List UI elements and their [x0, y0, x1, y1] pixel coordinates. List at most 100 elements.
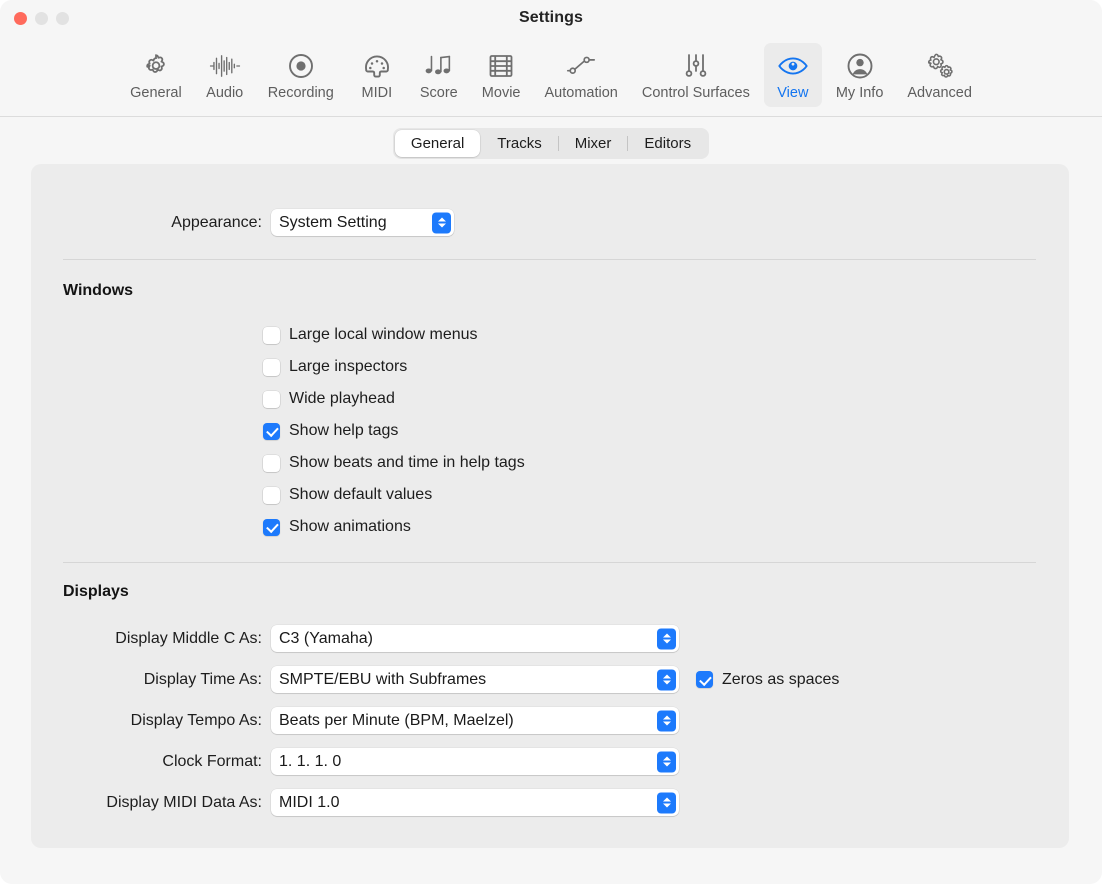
checkbox-box[interactable]: [263, 455, 280, 472]
sliders-icon: [682, 49, 710, 83]
toolbar-item-view[interactable]: View: [764, 43, 822, 107]
checkbox-show-help-tags[interactable]: Show help tags: [263, 422, 398, 440]
appearance-row: Appearance: System Setting: [31, 209, 1069, 236]
toolbar-item-movie[interactable]: Movie: [472, 43, 531, 107]
toolbar-label: Control Surfaces: [642, 84, 750, 102]
checkbox-box[interactable]: [263, 423, 280, 440]
toolbar-item-automation[interactable]: Automation: [534, 43, 627, 107]
tab-tracks[interactable]: Tracks: [481, 130, 557, 157]
chevron-up-down-icon: [657, 710, 676, 731]
checkbox-label: Show help tags: [289, 422, 398, 440]
checkbox-large-inspectors[interactable]: Large inspectors: [263, 358, 407, 376]
checkbox-show-default-values[interactable]: Show default values: [263, 486, 432, 504]
toolbar-label: General: [130, 84, 182, 102]
chevron-up-down-icon: [657, 751, 676, 772]
tab-mixer[interactable]: Mixer: [559, 130, 628, 157]
chevron-up-down-icon: [657, 669, 676, 690]
gear-icon: [141, 49, 171, 83]
display-tempo-select[interactable]: Beats per Minute (BPM, Maelzel): [271, 707, 679, 734]
window-title: Settings: [0, 9, 1102, 27]
checkbox-zeros-as-spaces[interactable]: Zeros as spaces: [696, 671, 839, 689]
windows-section-title: Windows: [63, 282, 133, 300]
display-tempo-label: Display Tempo As:: [31, 712, 262, 730]
eye-icon: [777, 49, 809, 83]
title-bar: Settings: [0, 0, 1102, 38]
music-notes-icon: [423, 49, 455, 83]
toolbar-item-audio[interactable]: Audio: [196, 43, 254, 107]
toolbar-label: Advanced: [907, 84, 972, 102]
checkbox-label: Show beats and time in help tags: [289, 454, 525, 472]
checkbox-large-local-window-menus[interactable]: Large local window menus: [263, 326, 478, 344]
toolbar-label: Automation: [544, 84, 617, 102]
checkbox-label: Show default values: [289, 486, 432, 504]
display-midi-data-select[interactable]: MIDI 1.0: [271, 789, 679, 816]
clock-format-value: 1. 1. 1. 0: [271, 753, 341, 771]
settings-window: Settings General Audio: [0, 0, 1102, 884]
display-midi-data-value: MIDI 1.0: [271, 794, 339, 812]
checkbox-box[interactable]: [263, 327, 280, 344]
appearance-select[interactable]: System Setting: [271, 209, 454, 236]
checkbox-show-beats-and-time-in-help-tags[interactable]: Show beats and time in help tags: [263, 454, 525, 472]
clock-format-select[interactable]: 1. 1. 1. 0: [271, 748, 679, 775]
display-tempo-value: Beats per Minute (BPM, Maelzel): [271, 712, 514, 730]
display-midi-data-row: Display MIDI Data As: MIDI 1.0: [31, 789, 679, 816]
clock-format-label: Clock Format:: [31, 753, 262, 771]
chevron-up-down-icon: [432, 212, 451, 233]
checkbox-box[interactable]: [263, 519, 280, 536]
tab-general[interactable]: General: [395, 130, 480, 157]
checkbox-box[interactable]: [696, 671, 713, 688]
display-time-value: SMPTE/EBU with Subframes: [271, 671, 486, 689]
checkbox-label: Large local window menus: [289, 326, 478, 344]
settings-toolbar: General Audio Recording: [0, 38, 1102, 117]
toolbar-item-general[interactable]: General: [120, 43, 192, 107]
waveform-icon: [208, 49, 242, 83]
tab-bar-container: General Tracks Mixer Editors: [0, 117, 1102, 169]
toolbar-item-score[interactable]: Score: [410, 43, 468, 107]
chevron-up-down-icon: [657, 628, 676, 649]
toolbar-item-midi[interactable]: MIDI: [348, 43, 406, 107]
display-time-label: Display Time As:: [31, 671, 262, 689]
tab-bar: General Tracks Mixer Editors: [393, 128, 709, 159]
toolbar-label: Recording: [268, 84, 334, 102]
tab-editors[interactable]: Editors: [628, 130, 707, 157]
appearance-label: Appearance:: [31, 214, 262, 232]
displays-section-title: Displays: [63, 583, 129, 601]
settings-panel: Appearance: System Setting Windows Large…: [31, 164, 1069, 848]
toolbar-label: Audio: [206, 84, 243, 102]
clock-format-row: Clock Format: 1. 1. 1. 0: [31, 748, 679, 775]
checkbox-box[interactable]: [263, 487, 280, 504]
toolbar-label: Score: [420, 84, 458, 102]
display-time-row: Display Time As: SMPTE/EBU with Subframe…: [31, 666, 839, 693]
midi-connector-icon: [362, 49, 392, 83]
automation-curve-icon: [565, 49, 597, 83]
display-time-select[interactable]: SMPTE/EBU with Subframes: [271, 666, 679, 693]
toolbar-item-recording[interactable]: Recording: [258, 43, 344, 107]
checkbox-label: Zeros as spaces: [722, 671, 839, 689]
checkbox-box[interactable]: [263, 359, 280, 376]
divider-windows: [63, 259, 1036, 260]
toolbar-item-control-surfaces[interactable]: Control Surfaces: [632, 43, 760, 107]
toolbar-item-advanced[interactable]: Advanced: [897, 43, 982, 107]
toolbar-label: MIDI: [361, 84, 392, 102]
double-gear-icon: [924, 49, 956, 83]
checkbox-show-animations[interactable]: Show animations: [263, 518, 411, 536]
chevron-up-down-icon: [657, 792, 676, 813]
toolbar-item-my-info[interactable]: My Info: [826, 43, 894, 107]
display-middle-c-select[interactable]: C3 (Yamaha): [271, 625, 679, 652]
checkbox-label: Large inspectors: [289, 358, 407, 376]
display-tempo-row: Display Tempo As: Beats per Minute (BPM,…: [31, 707, 679, 734]
checkbox-wide-playhead[interactable]: Wide playhead: [263, 390, 395, 408]
checkbox-label: Show animations: [289, 518, 411, 536]
display-middle-c-row: Display Middle C As: C3 (Yamaha): [31, 625, 679, 652]
display-middle-c-label: Display Middle C As:: [31, 630, 262, 648]
film-strip-icon: [487, 49, 515, 83]
display-midi-data-label: Display MIDI Data As:: [31, 794, 262, 812]
checkbox-label: Wide playhead: [289, 390, 395, 408]
toolbar-label: Movie: [482, 84, 521, 102]
appearance-value: System Setting: [271, 214, 387, 232]
record-circle-icon: [286, 49, 316, 83]
divider-displays: [63, 562, 1036, 563]
checkbox-box[interactable]: [263, 391, 280, 408]
display-middle-c-value: C3 (Yamaha): [271, 630, 373, 648]
person-circle-icon: [845, 49, 875, 83]
